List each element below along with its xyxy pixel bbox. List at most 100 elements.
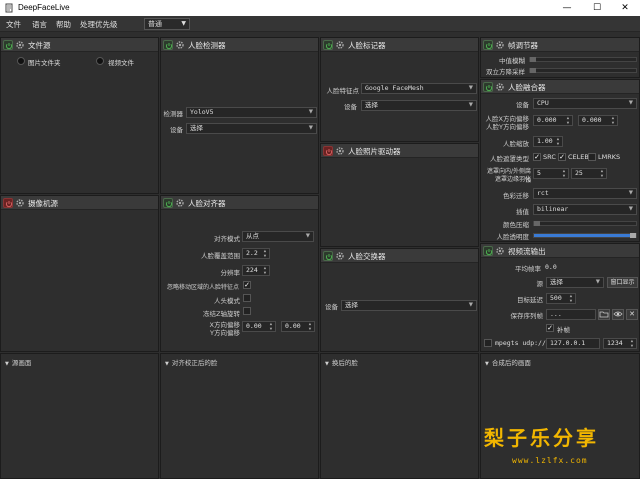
spin-arrows-icon[interactable]: ▲ ▼ [262, 265, 268, 275]
viewer-header[interactable]: ▼ 对齐校正后的脸 [165, 357, 217, 367]
gear-icon[interactable] [15, 198, 25, 208]
power-icon[interactable] [483, 246, 493, 256]
resolution-spinbox[interactable]: 224 ▲ ▼ [242, 265, 270, 276]
power-icon[interactable] [483, 40, 493, 50]
priority-label: 处理优先级 [80, 20, 118, 29]
folder-icon[interactable] [598, 309, 610, 320]
menu-file[interactable]: 文件 [6, 19, 21, 30]
panel-header: 人脸照片驱动器 [321, 144, 478, 158]
mask-lmrks-checkbox[interactable] [588, 153, 596, 161]
gear-icon[interactable] [335, 40, 345, 50]
spin-arrows-icon[interactable]: ▲ ▼ [629, 338, 635, 348]
device-select[interactable]: CPU ▼ [533, 98, 637, 109]
blur-spinbox[interactable]: 25 ▲ ▼ [571, 168, 607, 179]
spin-arrows-icon[interactable]: ▲ ▼ [568, 293, 574, 303]
priority-select[interactable]: 普通 ▼ [144, 18, 190, 30]
exclude-moving-checkbox[interactable]: ✓ [243, 281, 251, 289]
degrade-label: 双立方降采样 [486, 68, 525, 76]
target-delay-spinbox[interactable]: 500 ▲ ▼ [546, 293, 576, 304]
gear-icon[interactable] [175, 198, 185, 208]
spin-arrows-icon[interactable]: ▲ ▼ [555, 136, 561, 146]
power-icon[interactable] [163, 198, 173, 208]
device-select[interactable]: 选择 ▼ [341, 300, 477, 311]
panel-title: 人脸对齐器 [188, 199, 226, 208]
gear-icon[interactable] [175, 40, 185, 50]
fill-frame-checkbox[interactable]: ✓ [546, 324, 554, 332]
x-offset-spinbox[interactable]: 0.000 ▲ ▼ [533, 115, 573, 126]
radio-video-file[interactable] [96, 57, 104, 65]
maximize-button[interactable]: ☐ [582, 0, 612, 16]
slider-handle[interactable] [530, 68, 536, 73]
frame-adjuster-panel: 帧调节器 中值模糊 双立方降采样 [480, 37, 640, 78]
spin-arrows-icon[interactable]: ▲ ▼ [599, 168, 605, 178]
gear-icon[interactable] [495, 40, 505, 50]
marker-label: 人脸特征点 [326, 87, 360, 95]
save-path-input[interactable]: ... [546, 309, 596, 320]
target-delay-value: 500 [550, 294, 562, 302]
spin-arrows-icon[interactable]: ▲ ▼ [565, 115, 571, 125]
power-icon[interactable] [483, 82, 493, 92]
gear-icon[interactable] [335, 251, 345, 261]
viewer-header[interactable]: ▼ 换后的脸 [325, 357, 358, 367]
source-value: 选择 [550, 278, 563, 286]
power-icon[interactable] [323, 40, 333, 50]
interpolation-select[interactable]: bilinear ▼ [533, 204, 637, 215]
erode-spinbox[interactable]: 5 ▲ ▼ [533, 168, 569, 179]
slider-handle[interactable] [630, 233, 636, 238]
power-icon[interactable] [323, 146, 333, 156]
gear-icon[interactable] [335, 146, 345, 156]
mpegts-port-spinbox[interactable]: 1234 ▲ ▼ [603, 338, 637, 349]
close-icon[interactable]: ✕ [626, 309, 638, 320]
marker-select[interactable]: Google FaceMesh ▼ [361, 83, 477, 94]
interpolation-value: bilinear [537, 205, 569, 213]
head-mode-checkbox[interactable] [243, 294, 251, 302]
median-blur-slider[interactable] [529, 57, 637, 62]
detector-value: YoloV5 [190, 108, 214, 116]
gear-icon[interactable] [495, 246, 505, 256]
degrade-slider[interactable] [529, 68, 637, 73]
spin-arrows-icon[interactable]: ▲ ▼ [561, 168, 567, 178]
mpegts-ip-input[interactable]: 127.0.0.1 [546, 338, 600, 349]
mpegts-checkbox[interactable] [484, 339, 492, 347]
color-compression-slider[interactable] [533, 221, 637, 226]
source-select[interactable]: 选择 ▼ [546, 277, 604, 288]
minimize-button[interactable]: — [552, 0, 582, 16]
power-icon[interactable] [3, 40, 13, 50]
gear-icon[interactable] [15, 40, 25, 50]
coverage-spinbox[interactable]: 2.2 ▲ ▼ [242, 248, 270, 259]
y-offset-spinbox[interactable]: 0.000 ▲ ▼ [578, 115, 618, 126]
radio-image-folder[interactable] [17, 57, 25, 65]
panel-header: 帧调节器 [481, 38, 639, 52]
mpegts-ip-value: 127.0.0.1 [550, 339, 586, 347]
align-mode-select[interactable]: 从点 ▼ [242, 231, 314, 242]
power-icon[interactable] [3, 198, 13, 208]
spin-arrows-icon[interactable]: ▲ ▼ [262, 248, 268, 258]
freeze-z-checkbox[interactable] [243, 307, 251, 315]
color-transfer-select[interactable]: rct ▼ [533, 188, 637, 199]
spin-arrows-icon[interactable]: ▲ ▼ [307, 321, 313, 331]
spin-arrows-icon[interactable]: ▲ ▼ [268, 321, 274, 331]
gear-icon[interactable] [495, 82, 505, 92]
eye-icon[interactable] [612, 309, 624, 320]
menu-language[interactable]: 语言 [32, 19, 47, 30]
power-icon[interactable] [323, 251, 333, 261]
device-select[interactable]: 选择 ▼ [186, 123, 317, 134]
mask-src-checkbox[interactable]: ✓ [533, 153, 541, 161]
x-offset-spinbox[interactable]: 0.00 ▲ ▼ [242, 321, 276, 332]
spin-arrows-icon[interactable]: ▲ ▼ [610, 115, 616, 125]
window-display-button[interactable]: 窗口显示 [607, 277, 638, 288]
slider-handle[interactable] [530, 57, 536, 62]
mask-celeb-checkbox[interactable]: ✓ [558, 153, 566, 161]
opacity-slider[interactable] [533, 233, 637, 238]
detector-select[interactable]: YoloV5 ▼ [186, 107, 317, 118]
power-icon[interactable] [163, 40, 173, 50]
viewer-header[interactable]: ▼ 合成后的画面 [485, 357, 531, 367]
y-offset-spinbox[interactable]: 0.00 ▲ ▼ [281, 321, 315, 332]
viewer-header[interactable]: ▼ 源画面 [5, 357, 31, 367]
close-button[interactable]: ✕ [610, 0, 640, 16]
device-select[interactable]: 选择 ▼ [361, 100, 477, 111]
slider-handle[interactable] [534, 221, 540, 226]
app-icon [5, 3, 13, 13]
scale-spinbox[interactable]: 1.00 ▲ ▼ [533, 136, 563, 147]
menu-help[interactable]: 帮助 [56, 19, 71, 30]
